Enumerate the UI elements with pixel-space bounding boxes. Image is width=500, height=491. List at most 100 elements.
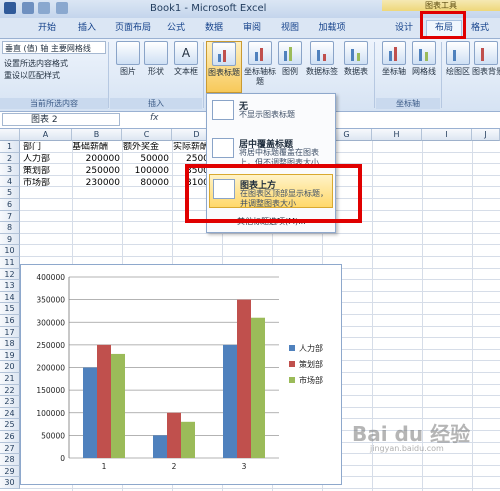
row-header[interactable]: 8 (0, 222, 20, 234)
format-selection-label: 设置所选内容格式 (4, 59, 68, 68)
legend-button[interactable]: 图例 (274, 41, 306, 93)
column-header[interactable]: J (472, 129, 500, 141)
tab-design[interactable]: 设计 (388, 21, 420, 36)
plot-area-button[interactable]: 绘图区 (444, 41, 472, 93)
gridlines-icon (412, 41, 436, 65)
row-header[interactable]: 20 (0, 361, 20, 373)
reset-style-button[interactable]: 重设以匹配样式 (4, 70, 60, 81)
undo-icon[interactable] (38, 2, 50, 14)
plot-area-icon (446, 41, 470, 65)
legend-label: 市场部 (299, 375, 323, 385)
y-tick-label: 0 (60, 454, 65, 463)
row-header[interactable]: 10 (0, 245, 20, 257)
chart-title-icon (212, 42, 236, 66)
row-header[interactable]: 27 (0, 442, 20, 455)
row-header[interactable]: 22 (0, 384, 20, 397)
name-box[interactable]: 图表 2 (2, 113, 120, 126)
row-header[interactable]: 15 (0, 303, 20, 315)
column-header[interactable]: H (372, 129, 422, 141)
row-header[interactable]: 9 (0, 233, 20, 246)
embedded-chart[interactable]: 0 50000 100000 150000 200000 250000 300000 3500… (20, 264, 342, 485)
excel-logo-icon[interactable] (4, 2, 16, 14)
row-header[interactable]: 19 (0, 349, 20, 362)
row-header[interactable]: 3 (0, 164, 20, 176)
row-header[interactable]: 24 (0, 407, 20, 420)
row-header[interactable]: 7 (0, 210, 20, 223)
tab-format[interactable]: 格式 (464, 21, 496, 36)
column-header[interactable]: I (422, 129, 472, 141)
tab-data[interactable]: 数据 (198, 21, 230, 36)
data-table-button[interactable]: 数据表 (340, 41, 372, 93)
row-header[interactable]: 30 (0, 477, 20, 489)
select-all-corner[interactable] (0, 129, 20, 141)
row-header[interactable]: 21 (0, 373, 20, 385)
row-header[interactable]: 1 (0, 141, 20, 153)
data-labels-label: 数据标签 (306, 67, 338, 76)
insert-shapes-button[interactable]: 形状 (140, 41, 172, 93)
gridlines-button[interactable]: 网格线 (408, 41, 440, 93)
row-header[interactable]: 29 (0, 465, 20, 478)
window-title: Book1 - Microsoft Excel (150, 3, 267, 14)
axis-title-button[interactable]: 坐标轴标题 (244, 41, 276, 93)
format-selection-button[interactable]: 设置所选内容格式 (4, 58, 68, 69)
tab-view[interactable]: 视图 (274, 21, 306, 36)
chart-wall-button[interactable]: 图表背景 (472, 41, 500, 93)
bar-2-2 (167, 412, 181, 458)
tab-formulas[interactable]: 公式 (160, 21, 192, 36)
legend-label: 人力部 (299, 343, 323, 353)
row-header[interactable]: 11 (0, 257, 20, 269)
menu-item-centered-overlay[interactable]: 居中覆盖标题 将居中标题覆盖在图表上，但不调整图表大小 (209, 134, 333, 168)
save-icon[interactable] (22, 2, 34, 14)
row-gridline (20, 244, 500, 246)
y-tick-label: 150000 (36, 386, 65, 395)
group-separator (441, 42, 442, 108)
column-header[interactable]: A (20, 129, 72, 141)
tab-addins[interactable]: 加载项 (312, 21, 352, 36)
column-header[interactable]: C (122, 129, 172, 141)
row-header[interactable]: 17 (0, 326, 20, 339)
axes-button[interactable]: 坐标轴 (378, 41, 410, 93)
chart-title-label: 图表标题 (208, 68, 240, 77)
insert-textbox-button[interactable]: A 文本框 (170, 41, 202, 93)
tab-review[interactable]: 审阅 (236, 21, 268, 36)
redo-icon[interactable] (56, 2, 68, 14)
plot-area-label: 绘图区 (446, 67, 470, 76)
axis-title-icon (248, 41, 272, 65)
group-label-current-selection: 当前所选内容 (0, 98, 108, 109)
row-header[interactable]: 14 (0, 291, 20, 304)
y-tick-label: 250000 (36, 341, 65, 350)
row-header[interactable]: 6 (0, 199, 20, 211)
row-header[interactable]: 12 (0, 268, 20, 281)
row-header[interactable]: 28 (0, 454, 20, 466)
legend-swatch (289, 377, 295, 383)
tab-insert[interactable]: 插入 (70, 21, 104, 36)
tab-page-layout[interactable]: 页面布局 (108, 21, 158, 36)
watermark-url: jingyan.baidu.com (370, 444, 444, 453)
legend-icon (278, 41, 302, 65)
row-header[interactable]: 23 (0, 396, 20, 408)
chart-elements-dropdown[interactable]: 垂直 (值) 轴 主要网格线 (2, 41, 106, 54)
row-header[interactable]: 5 (0, 187, 20, 199)
row-header[interactable]: 25 (0, 419, 20, 431)
column-header[interactable]: B (72, 129, 122, 141)
row-header[interactable]: 2 (0, 152, 20, 165)
row-header[interactable]: 13 (0, 280, 20, 292)
menu-item-none[interactable]: 无 不显示图表标题 (209, 96, 333, 130)
bar-1-2 (153, 435, 167, 458)
axes-label: 坐标轴 (382, 67, 406, 76)
row-header[interactable]: 4 (0, 175, 20, 188)
no-title-icon (212, 100, 234, 120)
group-separator (203, 42, 204, 108)
row-header[interactable]: 16 (0, 315, 20, 327)
row-gridline (20, 488, 500, 489)
data-labels-button[interactable]: 数据标签 (304, 41, 340, 93)
group-separator (374, 42, 375, 108)
row-header[interactable]: 26 (0, 431, 20, 443)
chart-title-button[interactable]: 图表标题 (206, 41, 242, 93)
shapes-icon (144, 41, 168, 65)
tab-home[interactable]: 开始 (30, 21, 64, 36)
axis-title-label: 坐标轴标题 (244, 67, 276, 86)
function-icon[interactable]: fx (150, 113, 159, 123)
row-header[interactable]: 18 (0, 338, 20, 350)
bar-1-3 (223, 344, 237, 458)
